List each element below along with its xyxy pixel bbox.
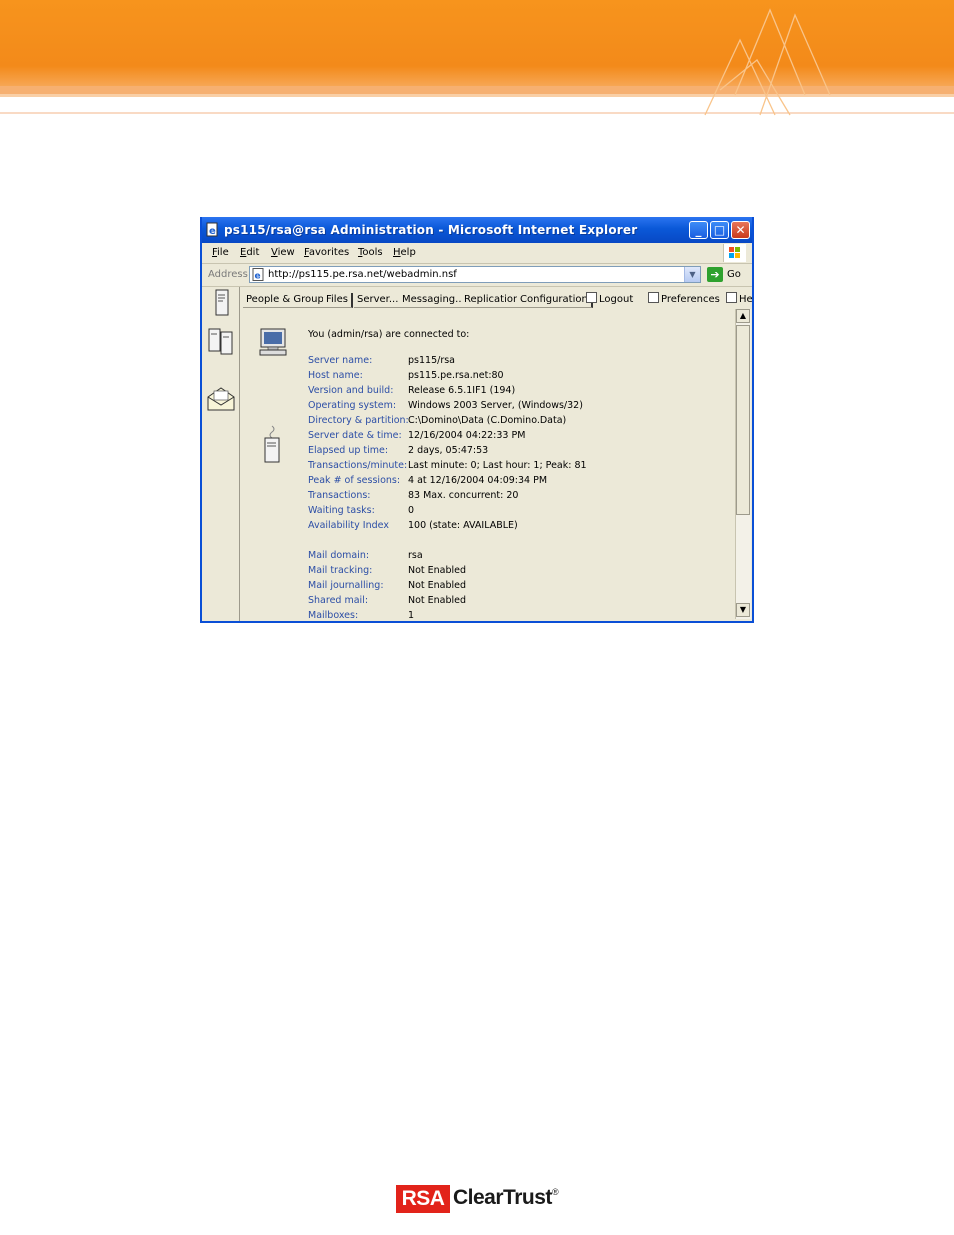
windows-flag-icon [723,244,746,262]
logout-checkbox[interactable]: Logout [586,292,633,305]
info-row-os: Operating system: Windows 2003 Server, (W… [308,400,583,411]
tab-people-groups[interactable]: People & Groups [243,293,335,308]
address-url: http://ps115.pe.rsa.net/webadmin.nsf [268,269,457,280]
scroll-down-arrow-icon[interactable]: ▼ [736,603,750,617]
menu-file[interactable]: File [212,247,229,258]
vertical-scrollbar[interactable]: ▲ ▼ [735,309,751,619]
address-bar: Address e http://ps115.pe.rsa.net/webadm… [202,264,752,287]
tab-messaging[interactable]: Messaging... [399,293,470,308]
info-row-mail-journalling: Mail journalling: Not Enabled [308,580,467,591]
address-label: Address [208,269,248,280]
admin-tab-bar: People & Groups Files Server... Messagin… [243,290,752,308]
info-row-transactions: Transactions: 83 Max. concurrent: 20 [308,490,519,501]
info-row-availability: Availability Index 100 (state: AVAILABLE) [308,520,518,531]
info-row-mail-tracking: Mail tracking: Not Enabled [308,565,467,576]
info-row-date-time: Server date & time: 12/16/2004 04:22:33 P… [308,430,526,441]
ie-page-icon: e [252,268,264,282]
preferences-checkbox[interactable]: Preferences [648,292,720,305]
info-row-mail-domain: Mail domain: rsa [308,550,423,561]
address-input[interactable]: e http://ps115.pe.rsa.net/webadmin.nsf ▼ [249,266,701,283]
left-icon-sidebar [202,287,240,621]
info-row-waiting-tasks: Waiting tasks: 0 [308,505,415,516]
menu-view[interactable]: View [271,247,295,258]
server-icon[interactable] [213,289,231,317]
info-row-shared-mail: Shared mail: Not Enabled [308,595,467,606]
menu-help[interactable]: Help [393,247,416,258]
close-button[interactable]: ✕ [731,221,750,239]
computer-icon [259,328,287,356]
info-row-mailboxes: Mailboxes: 1 [308,610,415,621]
svg-text:e: e [255,272,261,282]
orange-header-banner [0,0,954,118]
menu-bar: File Edit View Favorites Tools Help [202,243,752,264]
menu-favorites[interactable]: Favorites [304,247,349,258]
info-row-server-name: Server name: ps115/rsa [308,355,455,366]
scroll-up-arrow-icon[interactable]: ▲ [736,309,750,323]
maximize-button[interactable]: □ [710,221,729,239]
chevron-down-icon[interactable]: ▼ [684,267,700,282]
info-row-peak-sessions: Peak # of sessions: 4 at 12/16/2004 04:09… [308,475,548,486]
info-row-host-name: Host name: ps115.pe.rsa.net:80 [308,370,504,381]
scroll-thumb[interactable] [736,325,750,515]
checkbox-icon [648,292,659,303]
info-row-transactions-minute: Transactions/minute: Last minute: 0; Last… [308,460,587,471]
info-row-directory: Directory & partition: C:\Domino\Data (C.… [308,415,567,426]
rsa-logo-mark: RSA [396,1185,450,1213]
info-row-version: Version and build: Release 6.5.1IF1 (194) [308,385,516,396]
ie-browser-window: e ps115/rsa@rsa Administration - Microso… [200,217,754,623]
checkbox-icon [586,292,597,303]
cleartrust-wordmark: ClearTrust [453,1186,552,1209]
help-checkbox[interactable]: He [726,292,752,305]
registered-mark: ® [552,1187,559,1197]
server-info-list: Server name: ps115/rsa Host name: ps115.pe… [308,355,738,621]
window-title: ps115/rsa@rsa Administration - Microsoft… [224,223,638,237]
mail-envelope-icon[interactable] [206,385,236,413]
minimize-button[interactable]: _ [689,221,708,239]
tab-server[interactable]: Server... [354,293,404,308]
domino-server-icon [264,425,280,463]
info-row-uptime: Elapsed up time: 2 days, 05:47:53 [308,445,489,456]
svg-text:e: e [209,226,216,237]
tab-replication[interactable]: Replication [461,293,525,308]
menu-edit[interactable]: Edit [240,247,259,258]
checkbox-icon [726,292,737,303]
ie-page-icon: e [206,222,218,237]
go-button[interactable]: Go [727,269,741,280]
window-title-bar[interactable]: e ps115/rsa@rsa Administration - Microso… [202,217,752,243]
server-cluster-icon[interactable] [207,325,235,355]
page-content: People & Groups Files Server... Messagin… [202,287,752,621]
go-arrow-icon[interactable]: ➔ [707,267,723,282]
connected-message: You (admin/rsa) are connected to: [308,329,470,340]
tab-configuration[interactable]: Configuration [517,293,593,308]
tab-files[interactable]: Files [323,293,353,308]
menu-tools[interactable]: Tools [358,247,383,258]
